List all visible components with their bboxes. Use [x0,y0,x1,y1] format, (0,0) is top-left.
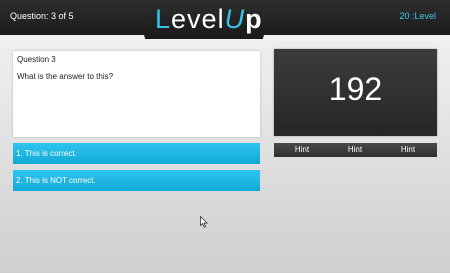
hint-bar: Hint Hint Hint [274,143,437,157]
logo-letter-u: U [224,4,246,34]
score-panel: 192 [274,49,437,136]
question-title: Question 3 [17,55,56,64]
answer-option-1-label: 1. This is correct. [16,149,77,158]
score-value: 192 [328,71,383,107]
answer-option-2-label: 2. This is NOT correct. [16,176,96,185]
level-indicator: 20 :Level [399,11,436,21]
hint-button-1[interactable]: Hint [282,145,322,154]
hint-button-2[interactable]: Hint [335,145,375,154]
question-counter: Question: 3 of 5 [10,11,74,21]
hint-button-3[interactable]: Hint [388,145,428,154]
logo-text-evel: evel [171,4,225,34]
app-logo: LevelUp [155,2,263,36]
answer-option-1[interactable]: 1. This is correct. [13,143,260,164]
mouse-pointer-icon [200,216,208,228]
question-text: What is the answer to this? [17,72,114,81]
logo-letter-p: p [245,4,263,34]
question-card: Question 3 What is the answer to this? [13,51,260,137]
answer-option-2[interactable]: 2. This is NOT correct. [13,170,260,191]
logo-letter-l: L [155,4,172,34]
